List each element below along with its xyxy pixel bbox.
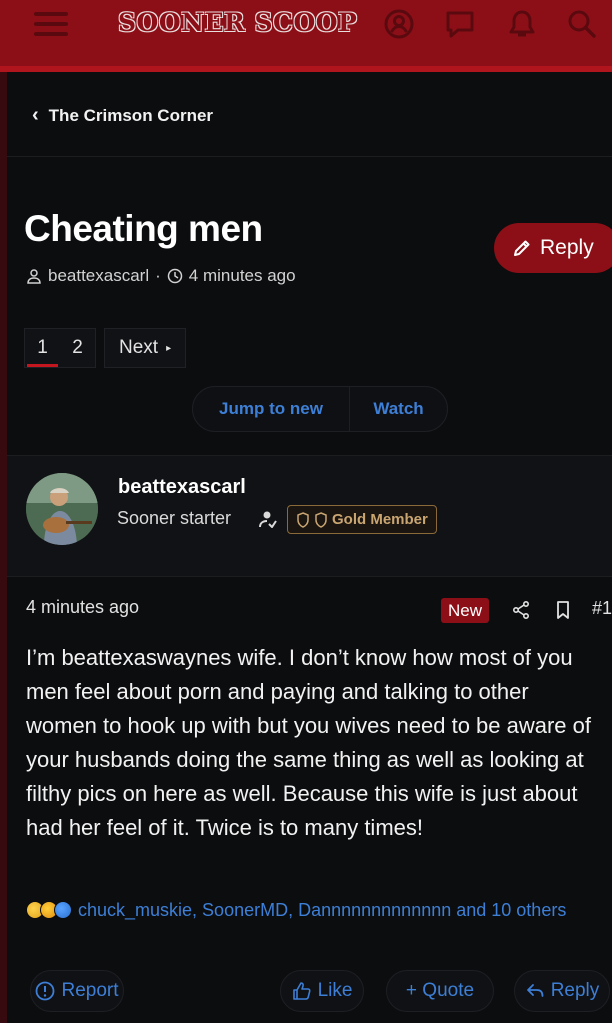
quote-button[interactable]: + Quote (386, 970, 494, 1012)
breadcrumb-label: The Crimson Corner (48, 105, 214, 125)
thread-time[interactable]: 4 minutes ago (189, 266, 296, 286)
reply-button[interactable]: Reply (494, 223, 612, 273)
chevron-left-icon: ‹ (32, 104, 39, 126)
post-body: I’m beattexaswaynes wife. I don’t know h… (26, 645, 592, 840)
reply-button-label: Reply (540, 236, 594, 259)
watch-button[interactable]: Watch (349, 387, 447, 431)
divider (7, 576, 612, 577)
avatar[interactable] (26, 473, 98, 545)
alert-circle-icon (36, 981, 55, 1001)
bookmark-icon[interactable] (554, 600, 572, 620)
page-numbers: 1 2 (24, 328, 96, 368)
thread-starter-icon (259, 511, 277, 528)
new-badge: New (441, 598, 490, 623)
reply-arrow-icon (526, 984, 544, 997)
page: SOONER SCOOP ‹ The Crimson Corner Cheati… (0, 0, 612, 1023)
clock-icon (167, 268, 183, 284)
pencil-icon (514, 240, 530, 256)
menu-icon[interactable] (34, 12, 68, 38)
reactions-summary[interactable]: chuck_muskie, SoonerMD, Dannnnnnnnnnnnn … (26, 896, 586, 924)
shield-icon (315, 511, 327, 528)
breadcrumb[interactable]: ‹ The Crimson Corner (32, 104, 213, 127)
chevron-right-icon: ▸ (166, 342, 172, 354)
quote-label: + Quote (405, 980, 475, 1001)
pagination: 1 2 Next ▸ (24, 328, 187, 368)
page-link-2[interactable]: 2 (60, 329, 95, 367)
reactions-text: chuck_muskie, SoonerMD, Dannnnnnnnnnnnn … (78, 900, 567, 920)
like-button[interactable]: Like (280, 970, 364, 1012)
user-title: Sooner starter (117, 508, 232, 528)
reply-post-button[interactable]: Reply (514, 970, 610, 1012)
shield-icon (297, 511, 309, 528)
meta-separator: · (155, 266, 161, 285)
page-link-1[interactable]: 1 (25, 329, 60, 367)
like-label: Like (317, 980, 353, 1001)
left-edge-shadow (0, 72, 7, 1023)
reply-post-label: Reply (550, 980, 600, 1001)
post-time[interactable]: 4 minutes ago (26, 597, 139, 618)
jump-to-new-button[interactable]: Jump to new (193, 387, 349, 431)
top-navigation-bar: SOONER SCOOP (0, 0, 612, 72)
account-icon[interactable] (383, 8, 415, 40)
next-label: Next (119, 337, 159, 358)
post-username[interactable]: beattexascarl (118, 476, 246, 499)
thread-author[interactable]: beattexascarl (48, 266, 149, 286)
post-number[interactable]: #1 (592, 598, 612, 619)
thread-meta: beattexascarl · 4 minutes ago (26, 266, 296, 286)
like-reaction-icon (54, 901, 72, 919)
user-icon (27, 269, 41, 284)
search-icon[interactable] (566, 8, 598, 40)
thumbs-up-icon (292, 982, 311, 1000)
divider (7, 156, 612, 157)
thread-title: Cheating men (24, 208, 263, 249)
report-button[interactable]: Report (30, 970, 124, 1012)
thread-actions: Jump to new Watch (192, 386, 448, 432)
alerts-icon[interactable] (506, 8, 538, 40)
gold-member-badge: Gold Member (287, 505, 437, 534)
next-page-button[interactable]: Next ▸ (104, 328, 187, 368)
messages-icon[interactable] (444, 8, 476, 40)
share-icon[interactable] (511, 600, 531, 620)
badge-label: Gold Member (332, 511, 428, 528)
report-label: Report (61, 980, 119, 1001)
site-logo[interactable]: SOONER SCOOP (118, 8, 357, 37)
